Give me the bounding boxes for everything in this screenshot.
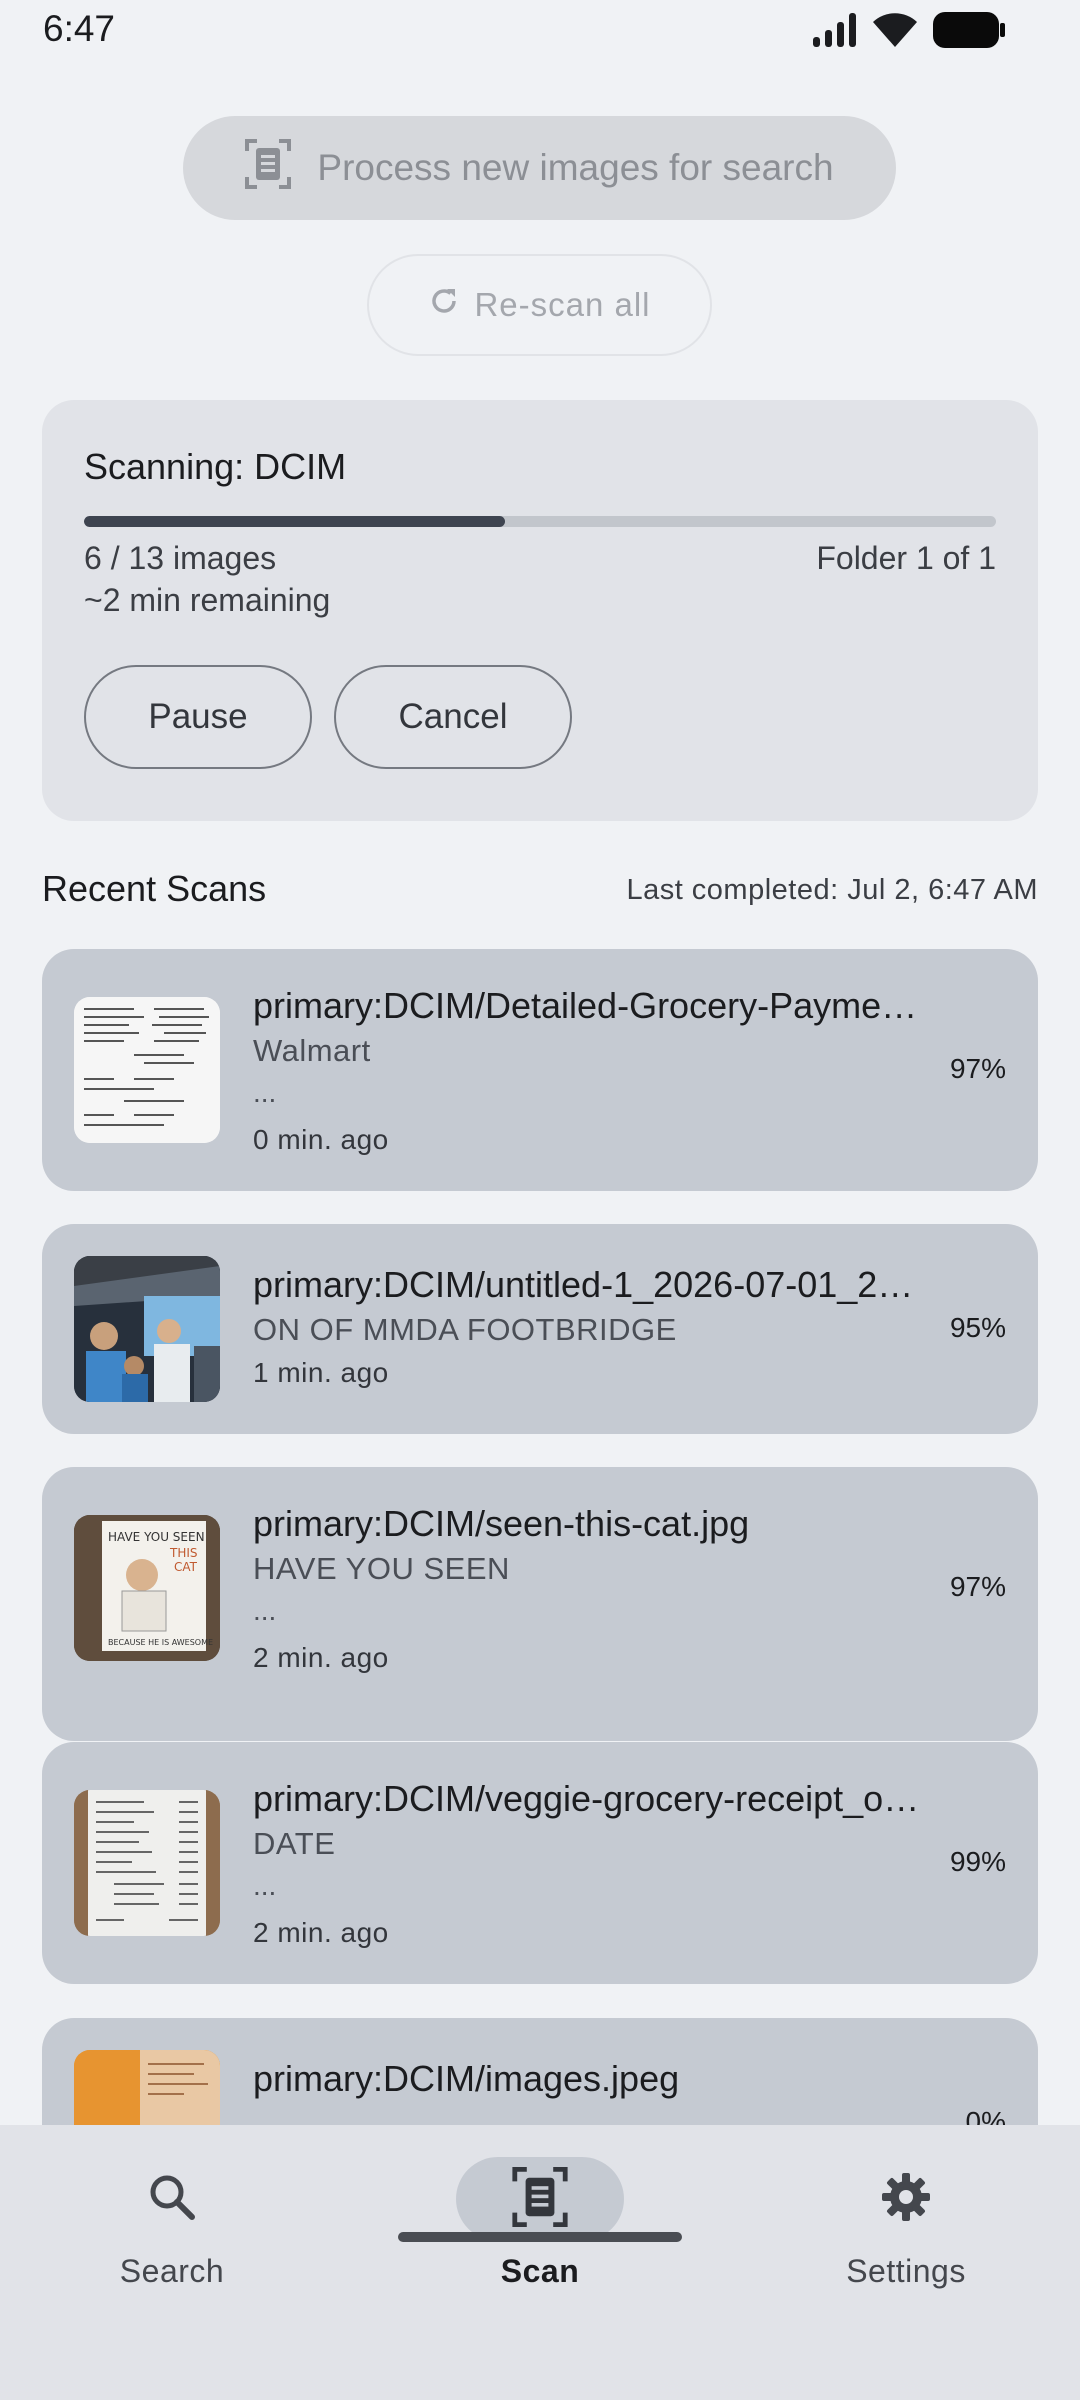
nav-settings-label: Settings [846,2253,966,2289]
item-text: DATE [253,1826,336,1861]
cat-poster-thumbnail: HAVE YOU SEEN THIS CAT BECAUSE HE IS AWE… [74,1515,220,1661]
process-button-label: Process new images for search [317,147,834,188]
process-new-images-button[interactable]: Process new images for search [183,116,896,220]
item-time: 1 min. ago [253,1357,389,1388]
item-time: 2 min. ago [253,1917,389,1948]
recent-scans-list[interactable]: primary:DCIM/Detailed-Grocery-Payme… Wal… [42,949,1038,2125]
item-confidence: 0% [965,2106,1006,2125]
item-text: ON OF MMDA FOOTBRIDGE [253,1312,677,1347]
nav-search-icon-wrap [88,2157,256,2241]
item-confidence: 95% [949,1312,1006,1343]
item-confidence: 97% [949,1053,1006,1084]
rescan-all-button[interactable]: Re-scan all [367,254,712,356]
signal-icon [813,13,857,52]
list-item[interactable]: primary:DCIM/Detailed-Grocery-Payme… Wal… [42,949,1038,1191]
grocery-receipt-thumbnail [74,1790,220,1936]
item-text: HAVE YOU SEEN [253,1551,510,1586]
list-item[interactable]: primary:DCIM/untitled-1_2026-07-01_2… ON… [42,1224,1038,1434]
list-item[interactable]: primary:DCIM/images.jpeg 0% [42,2018,1038,2125]
nav-settings-icon-wrap [822,2157,990,2241]
nav-scan[interactable]: Scan [410,2157,670,2337]
receipt-thumbnail [74,997,220,1143]
item-more: ... [253,1077,277,1108]
rescan-button-label: Re-scan all [474,286,651,323]
scanning-card: Scanning: DCIM 6 / 13 images Folder 1 of… [42,400,1038,821]
status-bar: 6:47 [0,0,1080,64]
svg-text:CAT: CAT [174,1560,198,1574]
item-path: primary:DCIM/Detailed-Grocery-Payme… [253,985,918,1026]
scanning-title: Scanning: DCIM [84,446,347,487]
nav-search[interactable]: Search [42,2157,302,2337]
scan-time-remaining: ~2 min remaining [84,582,331,618]
item-path: primary:DCIM/untitled-1_2026-07-01_2… [253,1264,914,1305]
nav-scan-icon-wrap [456,2157,624,2241]
cancel-button[interactable]: Cancel [334,665,572,769]
pause-button[interactable]: Pause [84,665,312,769]
document-scan-icon [245,138,292,198]
battery-icon [933,12,1005,53]
status-time: 6:47 [43,8,116,49]
gear-icon [879,2170,933,2229]
document-scan-icon [512,2166,568,2232]
scan-image-count: 6 / 13 images [84,540,277,576]
orange-receipt-thumbnail [74,2050,220,2125]
search-icon [146,2171,198,2228]
item-confidence: 99% [949,1846,1006,1877]
item-text: Walmart [253,1033,371,1068]
item-more: ... [253,1870,277,1901]
scan-folder-count: Folder 1 of 1 [816,540,996,576]
item-time: 2 min. ago [253,1642,389,1673]
item-time: 0 min. ago [253,1124,389,1155]
list-item[interactable]: HAVE YOU SEEN THIS CAT BECAUSE HE IS AWE… [42,1467,1038,1741]
item-more: ... [253,1595,277,1626]
svg-text:BECAUSE HE IS AWESOME: BECAUSE HE IS AWESOME [108,1638,213,1647]
bottom-navigation: Search Scan Settings [0,2125,1080,2400]
nav-scan-label: Scan [500,2253,580,2289]
status-icons [813,12,1005,53]
nav-search-label: Search [119,2253,225,2289]
svg-text:HAVE YOU SEEN: HAVE YOU SEEN [108,1530,205,1544]
list-item[interactable]: primary:DCIM/veggie-grocery-receipt_o… D… [42,1742,1038,1984]
item-confidence: 97% [949,1571,1006,1602]
recent-scans-header: Recent Scans [42,868,267,909]
refresh-icon [428,285,460,325]
item-path: primary:DCIM/images.jpeg [253,2058,680,2099]
home-indicator[interactable] [398,2232,682,2242]
item-path: primary:DCIM/veggie-grocery-receipt_o… [253,1778,920,1819]
last-completed-text: Last completed: Jul 2, 6:47 AM [626,874,1038,906]
wifi-icon [873,13,917,52]
crowd-photo-thumbnail [74,1256,220,1402]
scan-progress-fill [84,516,505,527]
nav-settings[interactable]: Settings [776,2157,1036,2337]
svg-text:THIS: THIS [169,1546,198,1560]
scan-progress-bar [84,516,996,527]
item-path: primary:DCIM/seen-this-cat.jpg [253,1503,750,1544]
